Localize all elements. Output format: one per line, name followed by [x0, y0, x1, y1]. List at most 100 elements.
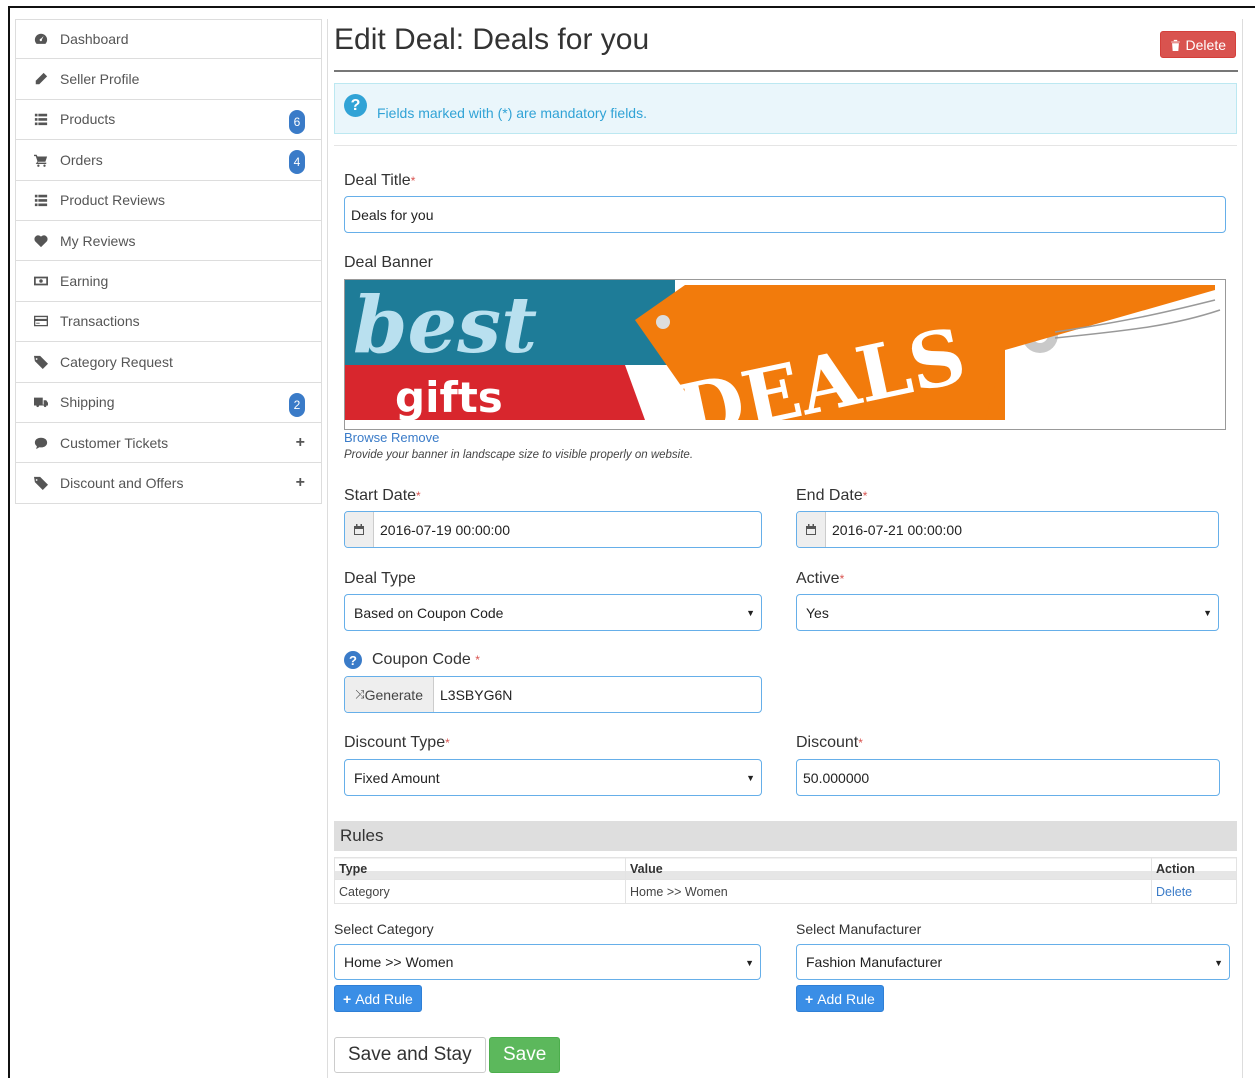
sidebar-item-orders[interactable]: Orders 4: [15, 140, 322, 181]
save-button[interactable]: Save: [489, 1037, 561, 1073]
rule-value-cell: Home >> Women: [625, 879, 1152, 904]
caret-down-icon: ▼: [746, 773, 755, 783]
products-count-badge: 6: [289, 109, 305, 134]
start-date-input[interactable]: 2016-07-19 00:00:00: [344, 511, 762, 548]
active-label: Active*: [796, 570, 845, 587]
plus-icon: +: [805, 990, 814, 1007]
discount-type-select[interactable]: Fixed Amount ▼: [344, 759, 762, 796]
sidebar-item-label: Transactions: [60, 313, 140, 330]
sidebar-item-shipping[interactable]: Shipping 2: [15, 382, 322, 423]
sidebar-item-label: Shipping: [60, 394, 115, 411]
orders-count-badge: 4: [289, 150, 305, 175]
sidebar: Dashboard Seller Profile Products 6 Orde…: [15, 19, 322, 504]
banner-best-text: best: [353, 280, 537, 371]
deal-type-label: Deal Type: [344, 570, 416, 587]
category-select[interactable]: Home >> Women ▼: [334, 944, 761, 980]
rules-table: Type Value Action Category Home >> Women…: [334, 857, 1237, 904]
sidebar-item-category-request[interactable]: Category Request: [15, 342, 322, 383]
banner-actions: Browse Remove: [344, 430, 439, 445]
comment-icon: [32, 436, 50, 450]
money-icon: [32, 274, 50, 288]
calendar-icon[interactable]: [797, 512, 826, 547]
plus-icon: +: [343, 990, 352, 1007]
save-and-stay-button[interactable]: Save and Stay: [334, 1037, 486, 1073]
caret-down-icon: ▼: [1214, 958, 1223, 968]
shipping-count-badge: 2: [289, 392, 305, 417]
title-divider: [334, 70, 1238, 72]
generate-button[interactable]: ⤨ Generate: [345, 677, 434, 712]
manufacturer-select[interactable]: Fashion Manufacturer ▼: [796, 944, 1230, 980]
deal-banner-label: Deal Banner: [344, 254, 433, 271]
shuffle-icon: ⤨: [355, 687, 365, 701]
heart-icon: [32, 234, 50, 248]
caret-down-icon: ▼: [746, 608, 755, 618]
sidebar-item-earning[interactable]: Earning: [15, 261, 322, 302]
deal-title-input[interactable]: Deals for you: [344, 196, 1226, 233]
active-select[interactable]: Yes ▼: [796, 594, 1219, 631]
divider: [334, 145, 1237, 146]
list-icon: [32, 112, 50, 126]
sidebar-item-product-reviews[interactable]: Product Reviews: [15, 180, 322, 221]
dashboard-icon: [32, 32, 50, 46]
pencil-icon: [32, 72, 50, 86]
tags-icon: [32, 355, 50, 369]
sidebar-item-my-reviews[interactable]: My Reviews: [15, 220, 322, 262]
rule-type-cell: Category: [334, 879, 626, 904]
start-date-label: Start Date*: [344, 487, 421, 504]
trash-icon: [1170, 39, 1180, 51]
table-row: Category Home >> Women Delete: [334, 879, 1237, 904]
banner-gifts-text: gifts: [395, 373, 503, 422]
coupon-code-label: ? Coupon Code *: [344, 651, 480, 669]
list-icon: [32, 193, 50, 207]
sidebar-item-label: Category Request: [60, 353, 173, 370]
sidebar-item-products[interactable]: Products 6: [15, 99, 322, 141]
sidebar-item-customer-tickets[interactable]: Customer Tickets +: [15, 422, 322, 464]
question-circle-icon[interactable]: ?: [344, 651, 362, 669]
page-title: Edit Deal: Deals for you: [334, 23, 650, 56]
delete-button[interactable]: Delete: [1159, 31, 1236, 58]
info-alert: ? Fields marked with (*) are mandatory f…: [334, 83, 1237, 134]
end-date-label: End Date*: [796, 487, 868, 504]
add-manufacturer-rule-button[interactable]: + Add Rule: [796, 985, 884, 1012]
expand-plus-icon[interactable]: +: [296, 474, 305, 492]
discount-label: Discount*: [796, 734, 863, 751]
banner-hint: Provide your banner in landscape size to…: [344, 449, 694, 461]
discount-type-label: Discount Type*: [344, 734, 450, 751]
truck-icon: [32, 395, 50, 409]
sidebar-item-label: Seller Profile: [60, 71, 140, 88]
end-date-input[interactable]: 2016-07-21 00:00:00: [796, 511, 1219, 548]
sidebar-item-seller-profile[interactable]: Seller Profile: [15, 59, 322, 100]
sidebar-item-label: Discount and Offers: [60, 474, 184, 491]
remove-link[interactable]: Remove: [391, 430, 439, 445]
caret-down-icon: ▼: [745, 958, 754, 968]
sidebar-item-label: Product Reviews: [60, 192, 166, 209]
column-header-action: Action: [1151, 857, 1237, 880]
sidebar-item-discount-and-offers[interactable]: Discount and Offers +: [15, 463, 322, 504]
add-category-rule-button[interactable]: + Add Rule: [334, 985, 422, 1012]
sidebar-item-dashboard[interactable]: Dashboard: [15, 19, 322, 60]
sidebar-item-label: Dashboard: [60, 31, 129, 48]
caret-down-icon: ▼: [1203, 608, 1212, 618]
column-header-type: Type: [334, 857, 626, 880]
sidebar-item-label: Customer Tickets: [60, 434, 169, 451]
select-manufacturer-label: Select Manufacturer: [796, 921, 922, 937]
sidebar-item-label: Orders: [60, 151, 103, 168]
column-header-value: Value: [625, 857, 1152, 880]
tags-icon: [32, 476, 50, 490]
sidebar-item-label: Earning: [60, 273, 109, 290]
main-panel: Edit Deal: Deals for you Delete ? Fields…: [327, 19, 1243, 1078]
calendar-icon[interactable]: [345, 512, 374, 547]
sidebar-item-transactions[interactable]: Transactions: [15, 301, 322, 343]
info-text: Fields marked with (*) are mandatory fie…: [377, 105, 647, 121]
discount-input[interactable]: 50.000000: [796, 759, 1220, 796]
select-category-label: Select Category: [334, 921, 434, 937]
cart-icon: [32, 153, 50, 167]
rules-heading: Rules: [334, 821, 1237, 851]
sidebar-item-label: My Reviews: [60, 232, 136, 249]
expand-plus-icon[interactable]: +: [296, 434, 305, 452]
coupon-code-input[interactable]: ⤨ Generate L3SBYG6N: [344, 676, 762, 713]
rule-delete-link[interactable]: Delete: [1156, 885, 1192, 899]
deal-type-select[interactable]: Based on Coupon Code ▼: [344, 594, 762, 631]
browse-link[interactable]: Browse: [344, 430, 387, 445]
sidebar-item-label: Products: [60, 111, 116, 128]
